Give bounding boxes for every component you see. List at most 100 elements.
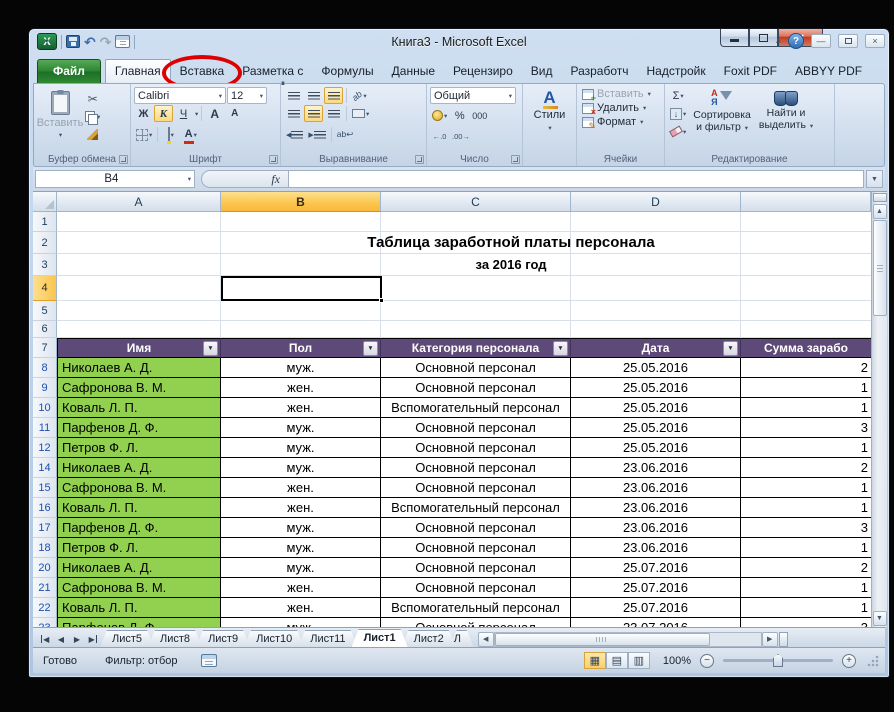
decrease-indent-button[interactable]: ◀ — [284, 126, 305, 143]
cell-name[interactable]: Сафронова В. М. — [57, 378, 221, 398]
row-header[interactable]: 7 — [33, 338, 57, 358]
cell-category[interactable]: Основной персонал — [381, 418, 571, 438]
font-color-button[interactable]: А▾ — [181, 126, 200, 143]
merge-center-button[interactable]: ▾ — [350, 105, 371, 122]
cell-gender[interactable]: жен. — [221, 398, 381, 418]
page-break-view-button[interactable]: ▥ — [628, 652, 650, 669]
sheet-tab[interactable]: Лист9 — [196, 630, 250, 647]
ribbon-tab[interactable]: Вид — [522, 60, 562, 83]
cell-name[interactable]: Парфенов Д. Ф. — [57, 518, 221, 538]
sheet-tab[interactable]: Лист11 — [298, 630, 357, 647]
filter-dropdown-icon[interactable]: ▼ — [363, 341, 378, 356]
styles-button[interactable]: А Стили ▾ — [534, 89, 566, 132]
formula-input[interactable] — [289, 170, 864, 188]
align-top-button[interactable] — [284, 87, 303, 104]
cell-sum[interactable]: 2 — [741, 558, 871, 578]
bold-button[interactable]: Ж — [134, 105, 153, 122]
comma-style-button[interactable]: 000 — [470, 107, 489, 124]
active-cell-selection[interactable] — [221, 276, 382, 301]
ribbon-tab[interactable]: Вставка — [171, 60, 234, 83]
cell-category[interactable]: Основной персонал — [381, 478, 571, 498]
vertical-scrollbar[interactable]: ▲ ▼ — [871, 192, 887, 627]
sheet-settings-icon[interactable] — [115, 35, 130, 48]
find-select-button[interactable]: Найти и выделить ▾ — [756, 87, 816, 152]
row-header[interactable]: 18 — [33, 538, 57, 558]
row-header[interactable]: 9 — [33, 378, 57, 398]
delete-cells-button[interactable]: × Удалить ▾ — [580, 102, 661, 114]
select-all-corner[interactable] — [33, 192, 57, 212]
row-header[interactable]: 1 — [33, 212, 57, 232]
customize-qat-icon[interactable]: ▾ — [45, 37, 49, 45]
cell-gender[interactable]: муж. — [221, 458, 381, 478]
workbook-restore-button[interactable] — [838, 34, 858, 48]
ribbon-tab[interactable]: Разработч — [561, 60, 637, 83]
align-middle-button[interactable] — [304, 87, 323, 104]
title-bar[interactable]: Книга3 - Microsoft Excel X ↶ ▾ ↷ ▾ ▾ × — [29, 29, 889, 57]
cell-category[interactable]: Основной персонал — [381, 378, 571, 398]
grow-font-button[interactable]: А▲ — [205, 105, 224, 122]
align-bottom-button[interactable] — [324, 87, 343, 104]
undo-icon[interactable]: ↶ — [84, 35, 96, 49]
table-header-name[interactable]: Имя▼ — [57, 338, 221, 358]
wrap-text-button[interactable]: ab↩ — [335, 126, 356, 143]
column-header-e[interactable] — [741, 192, 871, 212]
borders-button[interactable]: ▾ — [134, 126, 154, 143]
cell-name[interactable]: Парфенов Д. Ф. — [57, 418, 221, 438]
cell-date[interactable]: 23.06.2016 — [571, 478, 741, 498]
sheet-tab[interactable]: Л — [450, 630, 474, 647]
row-header[interactable]: 6 — [33, 321, 57, 338]
increase-decimal-button[interactable]: ←.0 — [430, 128, 449, 145]
format-cells-button[interactable]: ✎ Формат ▾ — [580, 116, 661, 128]
page-layout-view-button[interactable]: ▤ — [606, 652, 628, 669]
table-header-category[interactable]: Категория персонала▼ — [381, 338, 571, 358]
row-header[interactable]: 10 — [33, 398, 57, 418]
align-center-button[interactable] — [304, 105, 323, 122]
minimize-button[interactable] — [720, 29, 749, 47]
cell-gender[interactable]: муж. — [221, 418, 381, 438]
cell-category[interactable]: Основной персонал — [381, 438, 571, 458]
cell-gender[interactable]: муж. — [221, 358, 381, 378]
cell-name[interactable]: Коваль Л. П. — [57, 498, 221, 518]
cell-sum[interactable]: 1 — [741, 378, 871, 398]
cell-gender[interactable]: муж. — [221, 618, 381, 627]
cell-gender[interactable]: муж. — [221, 438, 381, 458]
sort-filter-button[interactable]: АЯ Сортировка и фильтр ▾ — [690, 87, 754, 152]
next-sheet-button[interactable]: ▶ — [69, 631, 85, 647]
orientation-button[interactable]: ab▾ — [350, 87, 369, 104]
cell-category[interactable]: Вспомогательный персонал — [381, 398, 571, 418]
increase-indent-button[interactable]: ▶ — [306, 126, 327, 143]
cell-gender[interactable]: муж. — [221, 538, 381, 558]
zoom-out-button[interactable]: − — [700, 654, 714, 668]
row-header[interactable]: 3 — [33, 254, 57, 276]
decrease-decimal-button[interactable]: .00→ — [450, 128, 472, 145]
cell-sum[interactable]: 2 — [741, 358, 871, 378]
format-painter-button[interactable] — [83, 126, 102, 143]
cell-name[interactable]: Сафронова В. М. — [57, 478, 221, 498]
cell-gender[interactable]: жен. — [221, 378, 381, 398]
row-header-selected[interactable]: 4 — [33, 276, 57, 301]
ribbon-tab[interactable]: Рецензиро — [444, 60, 522, 83]
row-header[interactable]: 5 — [33, 301, 57, 321]
cell-name[interactable]: Николаев А. Д. — [57, 458, 221, 478]
last-sheet-button[interactable]: ▶ — [85, 631, 101, 647]
ribbon-tab[interactable]: Разметка с — [233, 60, 312, 83]
normal-view-button[interactable]: ▦ — [584, 652, 606, 669]
dialog-launcher-icon[interactable] — [269, 155, 278, 164]
fill-color-button[interactable]: ▾ — [161, 126, 180, 143]
scroll-left-icon[interactable]: ◀ — [478, 632, 494, 647]
shrink-font-button[interactable]: А▼ — [225, 105, 244, 122]
filter-dropdown-icon[interactable]: ▼ — [553, 341, 568, 356]
ribbon-tab[interactable]: Foxit PDF — [715, 60, 786, 83]
row-header[interactable]: 11 — [33, 418, 57, 438]
restore-button[interactable] — [749, 29, 778, 47]
number-format-combo[interactable]: Общий ▾ — [430, 87, 516, 104]
cell-date[interactable]: 23.06.2016 — [571, 498, 741, 518]
cell-date[interactable]: 25.05.2016 — [571, 378, 741, 398]
column-header-b[interactable]: B — [221, 192, 381, 212]
sheet-tab[interactable]: Лист10 — [244, 630, 304, 647]
macro-record-icon[interactable] — [201, 654, 217, 667]
ribbon-tab[interactable]: ABBYY PDF — [786, 60, 871, 83]
chevron-down-icon[interactable]: ▾ — [195, 110, 198, 118]
cell-category[interactable]: Вспомогательный персонал — [381, 498, 571, 518]
cell-date[interactable]: 25.05.2016 — [571, 358, 741, 378]
